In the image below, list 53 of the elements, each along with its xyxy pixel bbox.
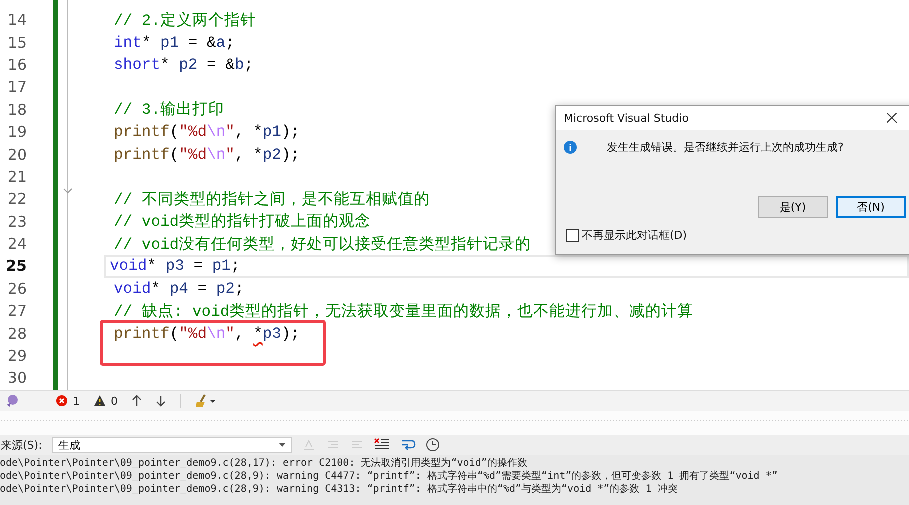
line-number: 27	[6, 302, 27, 320]
line-number: 22	[6, 190, 27, 208]
code-line: printf("%d\n", *p1);	[114, 123, 300, 142]
up-arrow-icon[interactable]	[132, 395, 142, 407]
line-number: 28	[6, 324, 27, 343]
fold-toggle-icon[interactable]	[63, 188, 73, 194]
clear-all-icon[interactable]	[374, 438, 390, 452]
line-number: 19	[6, 123, 27, 142]
code-line: // 2.定义两个指针	[114, 10, 257, 31]
dialog-title: Microsoft Visual Studio	[564, 112, 689, 124]
source-dropdown[interactable]: 生成	[52, 437, 292, 453]
code-line: int* p1 = &a;	[114, 34, 235, 52]
line-number: 26	[6, 280, 27, 298]
code-line: short* p2 = &b;	[114, 56, 254, 74]
line-number: 15	[6, 34, 27, 52]
warning-count[interactable]: 0	[94, 394, 118, 408]
line-number: 16	[6, 56, 27, 74]
checkbox-label[interactable]: 不再显示此对话框(D)	[582, 228, 688, 243]
code-line: printf("%d\n", *p3);	[114, 324, 300, 343]
dialog-button[interactable]: 否(N)	[836, 196, 906, 218]
dialog-button[interactable]: 是(Y)	[758, 196, 828, 218]
output-line: ode\Pointer\Pointer\09_pointer_demo9.c(28,9): warning C4477: “printf”: 格式字符串“%d”需要类型“int”的参数，但可变参数 1 拥有了类型“void *”	[0, 470, 779, 483]
line-number: 23	[6, 212, 27, 231]
line-number: 25	[5, 257, 27, 276]
error-count[interactable]: 1	[56, 394, 80, 408]
code-line: printf("%d\n", *p2);	[114, 146, 300, 164]
code-line: // 不同类型的指针之间，是不能互相赋值的	[114, 190, 430, 210]
line-number: 21	[6, 168, 27, 186]
code-line: // 缺点: void类型的指针，无法获取变量里面的数据，也不能进行加、减的计算	[114, 302, 694, 322]
code-line: // 3.输出打印	[114, 100, 225, 120]
line-number: 30	[6, 369, 27, 388]
code-line: // void类型的指针打破上面的观念	[114, 212, 372, 232]
output-line: ode\Pointer\Pointer\09_pointer_demo9.c(28,9): warning C4313: “printf”: 格式字符串中的“%d”与类型为“void *”的参数 1 冲突	[0, 483, 679, 496]
code-line: void* p3 = p1;	[110, 257, 240, 276]
line-number: 18	[6, 100, 27, 119]
code-line: // void没有任何类型，好处可以接受任意类型指针记录的	[114, 234, 532, 255]
broom-icon[interactable]	[195, 394, 217, 408]
clock-icon[interactable]	[426, 438, 440, 452]
dialog-message: 发生生成错误。是否继续并运行上次的成功生成?	[607, 140, 844, 155]
caret-icon	[279, 443, 286, 447]
line-number: 29	[6, 347, 27, 366]
down-arrow-icon[interactable]	[156, 395, 166, 407]
source-label: 来源(S):	[1, 438, 42, 452]
output-line: ode\Pointer\Pointer\09_pointer_demo9.c(28,17): error C2100: 无法取消引用类型为“void”的操作数	[0, 457, 528, 470]
word-wrap-icon[interactable]	[400, 438, 416, 452]
close-icon[interactable]	[887, 113, 897, 123]
line-number: 17	[6, 78, 27, 96]
checkbox[interactable]	[566, 229, 579, 242]
code-line: void* p4 = p2;	[114, 280, 244, 298]
info-icon	[564, 141, 577, 154]
line-number: 14	[6, 11, 27, 30]
line-number: 24	[6, 235, 27, 254]
line-number: 20	[6, 146, 27, 164]
